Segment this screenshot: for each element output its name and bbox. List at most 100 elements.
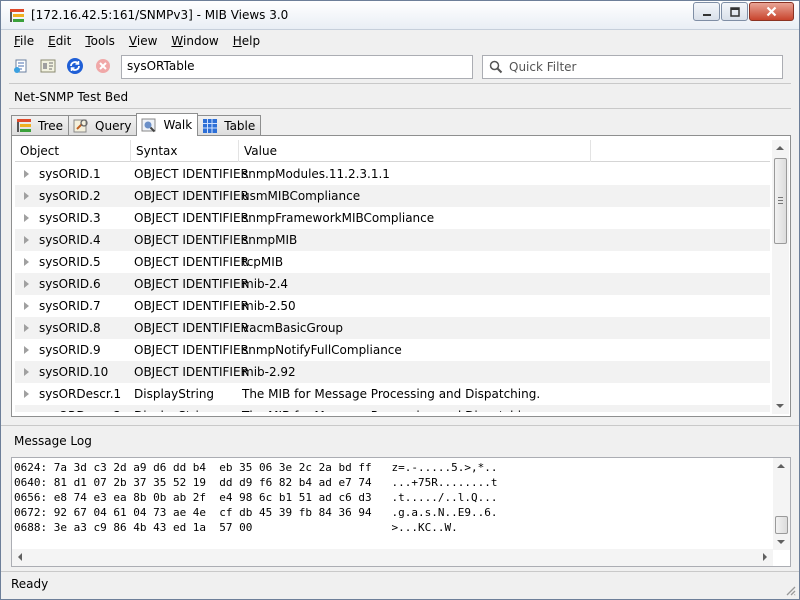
table-row[interactable]: sysORID.7 OBJECT IDENTIFIER mib-2.50 <box>15 295 770 317</box>
maximize-button[interactable] <box>721 2 748 21</box>
table-row[interactable]: sysORID.6 OBJECT IDENTIFIER mib-2.4 <box>15 273 770 295</box>
device-label: Net-SNMP Test Bed <box>14 90 129 104</box>
table-row[interactable]: sysORID.3 OBJECT IDENTIFIER snmpFrameworkM… <box>15 207 770 229</box>
expand-arrow-icon[interactable] <box>24 258 29 266</box>
cell-object: sysORID.8 <box>39 321 101 335</box>
menu-edit[interactable]: Edit <box>41 32 78 50</box>
message-log[interactable]: 0624: 7a 3d c3 2d a9 d6 dd b4 eb 35 06 3… <box>11 457 791 567</box>
pane-splitter[interactable] <box>1 425 799 429</box>
log-scroll-right-arrow-icon[interactable] <box>763 553 767 561</box>
window-title: [172.16.42.5:161/SNMPv3] - MIB Views 3.0 <box>31 8 289 22</box>
cell-object: sysORID.2 <box>39 189 101 203</box>
table-row[interactable]: sysORID.5 OBJECT IDENTIFIER tcpMIB <box>15 251 770 273</box>
cell-object: sysORID.9 <box>39 343 101 357</box>
tab-query[interactable]: Query <box>68 115 138 136</box>
tab-walk-label: Walk <box>163 118 193 132</box>
table-row[interactable]: sysORID.2 OBJECT IDENTIFIER usmMIBComplian… <box>15 185 770 207</box>
log-scroll-down-arrow-icon[interactable] <box>777 540 785 544</box>
cell-object: sysORID.5 <box>39 255 101 269</box>
expand-arrow-icon[interactable] <box>24 236 29 244</box>
cell-syntax: OBJECT IDENTIFIER <box>134 365 249 379</box>
table-row[interactable]: sysORID.9 OBJECT IDENTIFIER snmpNotifyFull… <box>15 339 770 361</box>
properties-icon <box>40 59 56 73</box>
table-row[interactable]: sysORID.8 OBJECT IDENTIFIER vacmBasicGroup <box>15 317 770 339</box>
refresh-button[interactable] <box>66 57 84 75</box>
tree-icon <box>16 118 32 134</box>
message-log-lines: 0624: 7a 3d c3 2d a9 d6 dd b4 eb 35 06 3… <box>14 460 769 535</box>
cell-value: vacmBasicGroup <box>242 321 344 335</box>
toolbar: sysORTable <box>1 53 799 81</box>
tab-table[interactable]: Table <box>197 115 262 136</box>
menu-help[interactable]: Help <box>226 32 267 50</box>
status-text: Ready <box>11 577 49 591</box>
resize-grip-icon[interactable] <box>784 584 796 596</box>
grid-vertical-scrollbar[interactable] <box>772 140 789 414</box>
menu-window[interactable]: Window <box>164 32 225 50</box>
message-log-label: Message Log <box>14 434 92 448</box>
expand-arrow-icon[interactable] <box>24 214 29 222</box>
scroll-down-arrow-icon[interactable] <box>776 404 784 408</box>
log-scroll-up-arrow-icon[interactable] <box>777 464 785 468</box>
tab-query-label: Query <box>95 119 132 133</box>
table-row[interactable]: sysORID.4 OBJECT IDENTIFIER snmpMIB <box>15 229 770 251</box>
cell-value: snmpNotifyFullCompliance <box>242 343 402 357</box>
expand-arrow-icon[interactable] <box>24 324 29 332</box>
table-row[interactable]: sysORDescr.2 DisplayString The MIB for Mes… <box>15 405 770 412</box>
expand-arrow-icon[interactable] <box>24 368 29 376</box>
tab-tree[interactable]: Tree <box>11 115 70 136</box>
close-button[interactable] <box>749 2 794 21</box>
log-line: 0672: 92 67 04 61 04 73 ae 4e cf db 45 3… <box>14 506 498 519</box>
log-scroll-thumb[interactable] <box>775 516 788 534</box>
table-row[interactable]: sysORID.1 OBJECT IDENTIFIER snmpModules.11… <box>15 163 770 185</box>
minimize-button[interactable] <box>693 2 720 21</box>
column-header-object[interactable]: Object <box>15 140 131 162</box>
walk-results-panel: Object Syntax Value sysORID.1 OBJECT IDEN… <box>11 135 791 417</box>
log-horizontal-scrollbar[interactable] <box>12 549 773 566</box>
cell-object: sysORID.7 <box>39 299 101 313</box>
device-divider <box>9 108 791 109</box>
cell-value: tcpMIB <box>242 255 284 269</box>
menu-tools[interactable]: Tools <box>78 32 122 50</box>
quick-filter-box[interactable] <box>482 55 783 79</box>
scroll-thumb[interactable] <box>774 158 787 244</box>
table-row[interactable]: sysORDescr.1 DisplayString The MIB for Mes… <box>15 383 770 405</box>
menu-view[interactable]: View <box>122 32 164 50</box>
scroll-up-arrow-icon[interactable] <box>776 146 784 150</box>
tab-table-label: Table <box>224 119 256 133</box>
stop-button[interactable] <box>94 57 112 75</box>
table-icon <box>202 118 218 134</box>
column-header-syntax[interactable]: Syntax <box>131 140 239 162</box>
cell-syntax: OBJECT IDENTIFIER <box>134 343 249 357</box>
cell-value: mib-2.50 <box>242 299 296 313</box>
menu-bar: File Edit Tools View Window Help <box>1 30 799 52</box>
log-line: 0688: 3e a3 c9 86 4b 43 ed 1a 57 00 >...… <box>14 521 458 534</box>
stop-icon <box>96 59 110 73</box>
log-scroll-left-arrow-icon[interactable] <box>18 553 22 561</box>
log-vertical-scrollbar[interactable] <box>773 458 790 550</box>
quick-filter-input[interactable] <box>509 58 779 76</box>
log-line: 0656: e8 74 e3 ea 8b 0b ab 2f e4 98 6c b… <box>14 491 498 504</box>
menu-file[interactable]: File <box>7 32 41 50</box>
expand-arrow-icon[interactable] <box>24 170 29 178</box>
cell-syntax: DisplayString <box>134 405 214 412</box>
expand-arrow-icon[interactable] <box>24 192 29 200</box>
cell-syntax: OBJECT IDENTIFIER <box>134 167 249 181</box>
table-row[interactable]: sysORID.10 OBJECT IDENTIFIER mib-2.92 <box>15 361 770 383</box>
maximize-icon <box>729 6 740 17</box>
refresh-icon <box>67 58 83 74</box>
object-address-field[interactable]: sysORTable <box>121 55 473 79</box>
tab-walk[interactable]: Walk <box>136 113 199 136</box>
expand-arrow-icon[interactable] <box>24 302 29 310</box>
cell-value: mib-2.92 <box>242 365 296 379</box>
column-header-value[interactable]: Value <box>239 140 591 162</box>
properties-button[interactable] <box>39 57 57 75</box>
cell-syntax: OBJECT IDENTIFIER <box>134 211 249 225</box>
title-bar: [172.16.42.5:161/SNMPv3] - MIB Views 3.0 <box>1 1 799 30</box>
expand-arrow-icon[interactable] <box>24 346 29 354</box>
toolbar-divider <box>9 83 791 84</box>
new-window-button[interactable] <box>12 57 30 75</box>
cell-value: The MIB for Message Processing and Dispa… <box>242 405 540 412</box>
grid-rows: sysORID.1 OBJECT IDENTIFIER snmpModules.11… <box>15 163 770 412</box>
expand-arrow-icon[interactable] <box>24 280 29 288</box>
expand-arrow-icon[interactable] <box>24 390 29 398</box>
